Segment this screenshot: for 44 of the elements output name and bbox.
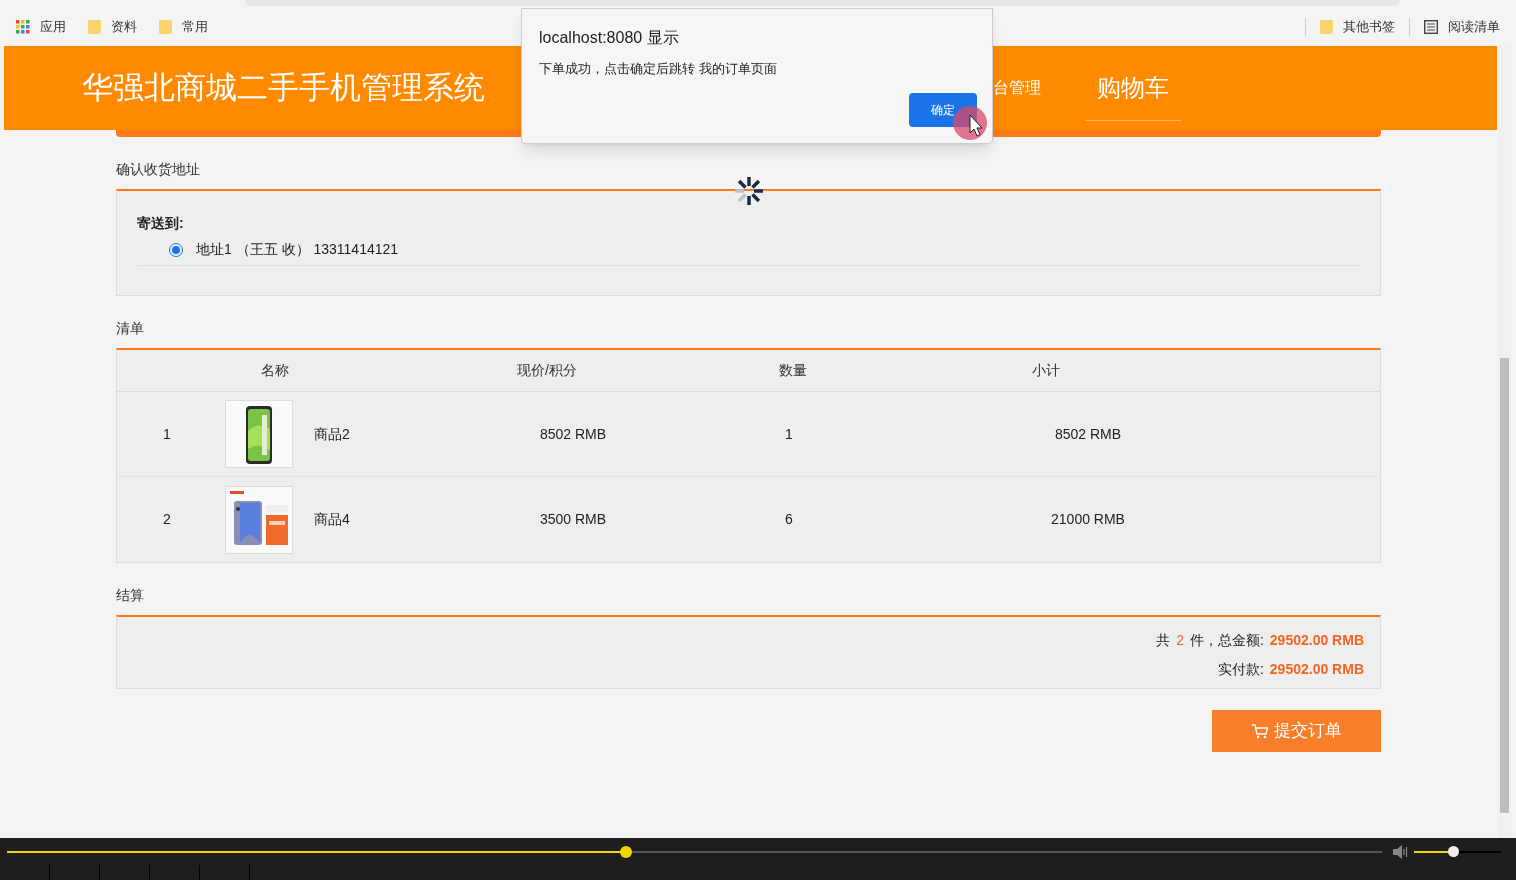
- section-title: 确认收货地址: [116, 162, 200, 176]
- progress-handle[interactable]: [619, 846, 632, 858]
- folder-icon: [88, 20, 101, 34]
- column-header: 小计: [1031, 361, 1061, 380]
- reading-list-icon: [1424, 20, 1438, 34]
- address-option[interactable]: 地址1 （王五 收） 13311414121: [137, 234, 1360, 266]
- total-amount: 29502.00 RMB: [1269, 631, 1364, 650]
- volume-icon[interactable]: [1392, 845, 1408, 859]
- section-title: 清单: [116, 321, 144, 335]
- bookmark[interactable]: 常用: [157, 17, 210, 37]
- apps-grid-icon: [16, 20, 30, 34]
- row-number: 1: [162, 424, 172, 444]
- paid-amount: 29502.00 RMB: [1269, 660, 1364, 679]
- bookmark[interactable]: 应用: [14, 17, 68, 37]
- dialog-title: localhost:8080 显示: [539, 28, 680, 48]
- price-cell-text: 8502 RMB: [538, 424, 608, 444]
- product-name: 商品4: [314, 510, 351, 529]
- bookmark[interactable]: 阅读清单: [1422, 17, 1502, 37]
- folder-icon: [159, 20, 172, 34]
- quantity-cell-text: 6: [784, 510, 794, 529]
- subtotal-cell-text: 8502 RMB: [1053, 424, 1123, 444]
- bookmark[interactable]: 其他书签: [1318, 17, 1397, 37]
- section-title: 结算: [116, 588, 144, 602]
- product-name: 商品2: [314, 424, 351, 444]
- scrollbar[interactable]: [1498, 46, 1511, 838]
- quantity-cell-text: 1: [784, 424, 794, 444]
- volume-handle[interactable]: [1448, 846, 1460, 857]
- folder-icon: [1320, 20, 1333, 34]
- ship-to-label: 寄送到:: [137, 214, 185, 233]
- row-number: 2: [162, 510, 172, 529]
- loading-spinner-icon: [732, 174, 766, 208]
- subtotal-cell-text: 21000 RMB: [1050, 510, 1126, 529]
- count-prefix: 共: [1156, 631, 1171, 650]
- total-label: 件，总金额:: [1189, 631, 1264, 650]
- column-header: 名称: [260, 361, 290, 380]
- price-cell-text: 3500 RMB: [538, 510, 608, 529]
- paid-label: 实付款:: [1217, 660, 1264, 679]
- item-count: 2: [1176, 631, 1184, 650]
- column-header: 数量: [778, 361, 808, 380]
- bookmark[interactable]: 资料: [86, 17, 139, 37]
- site-title: 华强北商城二手手机管理系统: [82, 68, 485, 107]
- column-header: 现价/积分: [516, 361, 578, 380]
- cart-icon: [1251, 723, 1268, 739]
- dialog-message: 下单成功，点击确定后跳转 我的订单页面: [539, 60, 778, 78]
